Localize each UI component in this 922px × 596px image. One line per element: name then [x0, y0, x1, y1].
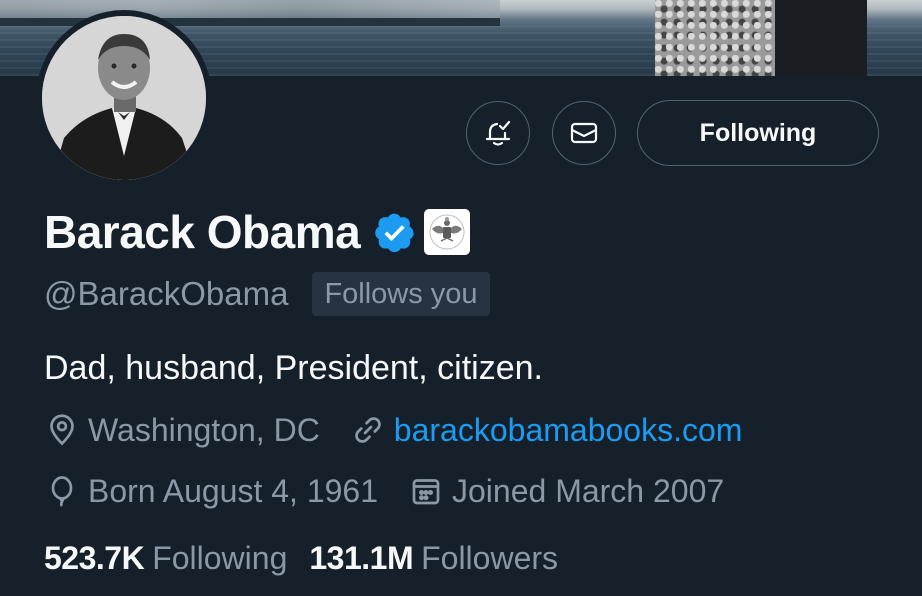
profile-meta-row-2: Born August 4, 1961 Joined March 2007	[44, 471, 724, 511]
location-item: Washington, DC	[44, 410, 320, 450]
followers-stat[interactable]: 131.1M Followers	[309, 538, 558, 578]
following-stat[interactable]: 523.7K Following	[44, 538, 287, 578]
government-seal-icon[interactable]	[424, 209, 471, 255]
joined-item: Joined March 2007	[408, 471, 724, 511]
following-button[interactable]: Following	[637, 100, 879, 166]
follows-you-badge: Follows you	[312, 272, 490, 316]
display-name: Barack Obama	[44, 206, 361, 258]
avatar-image	[42, 16, 206, 180]
username-handle: @BarackObama	[44, 275, 289, 312]
following-count: 523.7K	[44, 540, 145, 576]
banner-figure-right	[775, 0, 867, 76]
followers-label: Followers	[421, 540, 559, 576]
profile-stats: 523.7K Following 131.1M Followers	[44, 538, 558, 578]
link-icon	[355, 417, 381, 443]
name-row: Barack Obama	[44, 204, 471, 260]
verified-badge-icon[interactable]	[374, 211, 416, 253]
profile-bio: Dad, husband, President, citizen.	[44, 349, 543, 387]
followers-count: 131.1M	[309, 540, 414, 576]
banner-figure-left	[655, 0, 775, 76]
avatar[interactable]	[36, 10, 212, 186]
balloon-icon	[51, 476, 73, 507]
profile-meta-row-1: Washington, DC barackobamabooks.com	[44, 410, 742, 450]
location-text: Washington, DC	[88, 412, 320, 448]
handle-row: @BarackObama Follows you	[44, 272, 490, 316]
birthday-item: Born August 4, 1961	[44, 471, 378, 511]
notifications-button[interactable]	[466, 101, 530, 165]
location-pin-icon	[50, 414, 74, 446]
website-item[interactable]: barackobamabooks.com	[350, 410, 743, 450]
following-label: Following	[152, 540, 288, 576]
calendar-icon	[412, 479, 440, 505]
message-button[interactable]	[552, 101, 616, 165]
eagle-seal-icon	[429, 214, 465, 250]
bell-check-icon	[485, 120, 511, 146]
envelope-icon	[570, 122, 598, 144]
website-link[interactable]: barackobamabooks.com	[394, 410, 743, 450]
birthday-text: Born August 4, 1961	[88, 473, 378, 509]
joined-text: Joined March 2007	[452, 473, 725, 509]
